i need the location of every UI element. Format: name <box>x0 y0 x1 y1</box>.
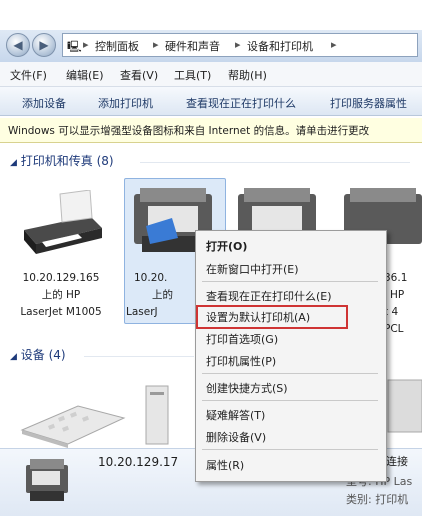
printer-label-line: PCL <box>384 323 404 335</box>
menu-edit[interactable]: 编辑(E) <box>66 67 104 83</box>
menu-file[interactable]: 文件(F) <box>10 67 47 83</box>
printer-label-line: HP <box>390 289 405 301</box>
printers-group-header[interactable]: ◢ 打印机和传真 (8) <box>10 152 114 169</box>
keyboard-icon[interactable] <box>18 400 128 450</box>
breadcrumb-item-control-panel[interactable]: 控制面板 <box>95 38 139 54</box>
chevron-right-icon: ▸ <box>235 38 241 51</box>
devices-group-title: 设备 (4) <box>20 348 66 362</box>
forward-button[interactable]: ▶ <box>32 33 56 57</box>
collapse-triangle-icon: ◢ <box>10 352 17 362</box>
ctx-remove-device[interactable]: 删除设备(V) <box>206 429 266 445</box>
breadcrumb[interactable]: 🖳 ▸ 控制面板 ▸ 硬件和声音 ▸ 设备和打印机 ▸ <box>62 33 418 57</box>
chevron-right-icon: ▸ <box>153 38 159 51</box>
printer-icon[interactable] <box>20 190 104 256</box>
devices-group-header[interactable]: ◢ 设备 (4) <box>10 346 66 363</box>
forward-arrow-icon: ▶ <box>39 38 49 52</box>
details-status: 连接 <box>386 455 408 468</box>
address-bar: ◀ ▶ 🖳 ▸ 控制面板 ▸ 硬件和声音 ▸ 设备和打印机 ▸ <box>0 30 422 62</box>
context-menu: 打开(O) 在新窗口中打开(E) 查看现在正在打印什么(E) 设置为默认打印机(… <box>195 230 387 482</box>
back-button[interactable]: ◀ <box>6 33 30 57</box>
control-panel-icon: 🖳 <box>67 40 82 53</box>
ctx-see-printing[interactable]: 查看现在正在打印什么(E) <box>206 288 332 304</box>
printer-label-line: 36.1 <box>384 272 408 284</box>
add-device-button[interactable]: 添加设备 <box>22 95 66 111</box>
print-server-properties-button[interactable]: 打印服务器属性 <box>330 95 407 111</box>
computer-tower-icon[interactable] <box>142 382 172 446</box>
printer-icon <box>26 459 68 501</box>
printers-group-title: 打印机和传真 (8) <box>20 154 114 168</box>
menu-tools[interactable]: 工具(T) <box>174 67 211 83</box>
ctx-printing-preferences[interactable]: 打印首选项(G) <box>206 331 278 347</box>
menu-separator <box>202 449 378 450</box>
add-printer-button[interactable]: 添加打印机 <box>98 95 153 111</box>
details-category: 类别: 打印机 <box>346 493 409 506</box>
printer-label-line: 上的 HP <box>41 289 81 301</box>
ctx-open-new-window[interactable]: 在新窗口中打开(E) <box>206 261 299 277</box>
chevron-right-icon: ▸ <box>331 38 337 51</box>
ctx-properties[interactable]: 属性(R) <box>206 457 244 473</box>
group-divider <box>140 162 410 163</box>
group-divider <box>84 356 194 357</box>
ctx-open[interactable]: 打开(O) <box>206 238 247 254</box>
info-bar[interactable]: Windows 可以显示增强型设备图标和来自 Internet 的信息。请单击进… <box>0 118 422 143</box>
ctx-set-default-printer[interactable]: 设置为默认打印机(A) <box>206 309 310 325</box>
printer-label-line: 上的 <box>152 289 173 301</box>
menu-separator <box>202 400 378 401</box>
menu-separator <box>202 281 378 282</box>
details-device-name: 10.20.129.17 <box>98 455 179 469</box>
ctx-create-shortcut[interactable]: 创建快捷方式(S) <box>206 380 288 396</box>
collapse-triangle-icon: ◢ <box>10 158 17 168</box>
printer-label-line: 10.20.129.165 <box>22 272 100 284</box>
device-icon[interactable] <box>384 376 422 440</box>
printer-label-line: LaserJ <box>126 306 158 318</box>
command-bar: 添加设备 添加打印机 查看现在正在打印什么 打印服务器属性 <box>0 87 422 116</box>
menu-separator <box>202 373 378 374</box>
breadcrumb-item-hardware-sound[interactable]: 硬件和声音 <box>165 38 220 54</box>
chevron-right-icon: ▸ <box>83 38 89 51</box>
breadcrumb-item-devices-printers[interactable]: 设备和打印机 <box>247 38 313 54</box>
info-bar-text: Windows 可以显示增强型设备图标和来自 Internet 的信息。请单击进… <box>8 125 370 137</box>
printer-label-line: 10.20. <box>134 272 168 284</box>
menu-bar: 文件(F) 编辑(E) 查看(V) 工具(T) 帮助(H) <box>0 62 422 87</box>
printer-label-line: t 4 <box>384 306 399 318</box>
printer-label-line: LaserJet M1005 <box>20 306 102 318</box>
see-printing-button[interactable]: 查看现在正在打印什么 <box>186 95 296 111</box>
ctx-printer-properties[interactable]: 打印机属性(P) <box>206 353 276 369</box>
ctx-troubleshoot[interactable]: 疑难解答(T) <box>206 407 265 423</box>
menu-help[interactable]: 帮助(H) <box>228 67 267 83</box>
menu-view[interactable]: 查看(V) <box>120 67 158 83</box>
back-arrow-icon: ◀ <box>13 38 23 52</box>
